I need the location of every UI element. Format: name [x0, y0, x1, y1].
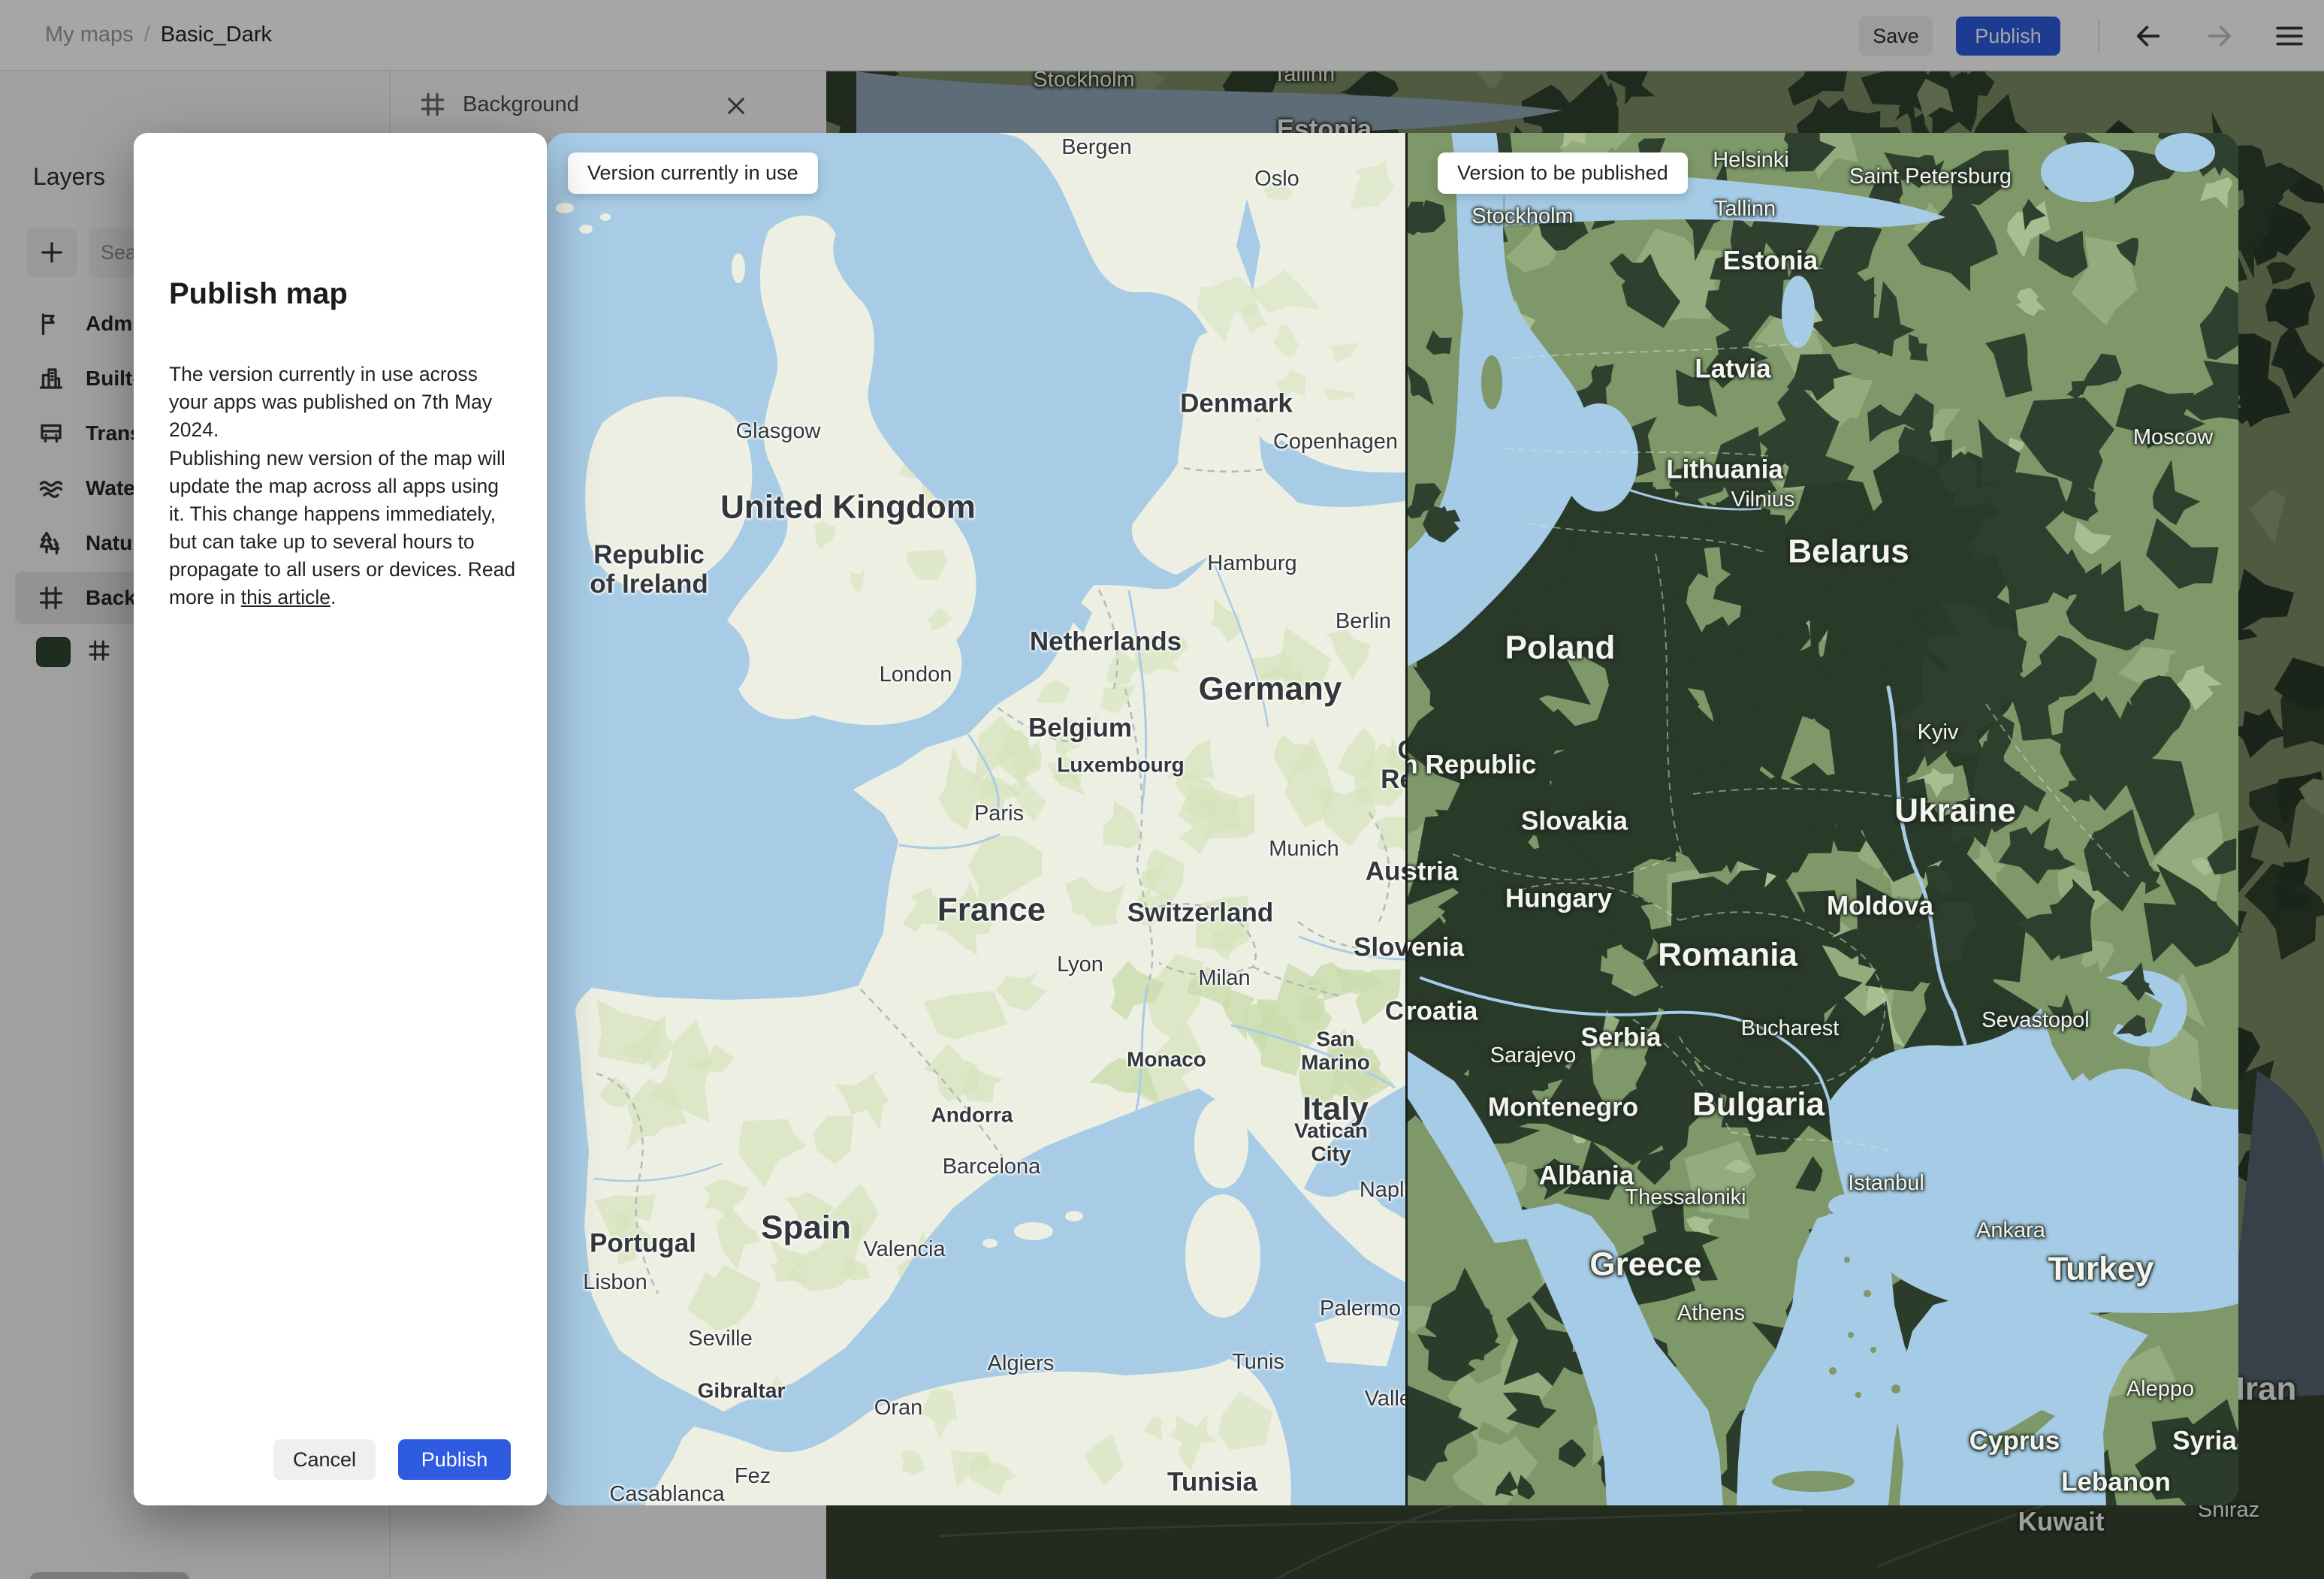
- dialog-paragraph-2: Publishing new version of the map will u…: [169, 445, 519, 611]
- dialog-paragraph-1: The version currently in use across your…: [169, 362, 493, 441]
- new-version-map-graphic: [1408, 133, 2238, 1505]
- current-version-map-graphic: [547, 133, 1405, 1505]
- dialog-title: Publish map: [169, 277, 348, 310]
- confirm-publish-button[interactable]: Publish: [398, 1439, 511, 1480]
- version-compare-view: Bergen Oslo Glasgow United Kingdom Republic …: [547, 133, 2238, 1505]
- dialog-paragraph-2-suffix: .: [330, 585, 337, 608]
- dialog-paragraph-2-text: Publishing new version of the map will u…: [169, 446, 516, 608]
- dialog-actions: Cancel Publish: [273, 1439, 511, 1480]
- map-editor-window: My maps / Basic_Dark Save Publish Stockh…: [0, 0, 2324, 1579]
- this-article-link[interactable]: this article: [241, 586, 330, 608]
- cancel-button[interactable]: Cancel: [273, 1439, 376, 1480]
- publish-map-dialog: Publish map The version currently in use…: [134, 133, 547, 1505]
- map-current-version[interactable]: Bergen Oslo Glasgow United Kingdom Republic …: [547, 133, 1405, 1505]
- new-version-badge: Version to be published: [1438, 152, 1688, 194]
- map-new-version[interactable]: Helsinki Saint Petersburg Stockholm Tallinn…: [1408, 133, 2238, 1505]
- current-version-badge: Version currently in use: [568, 152, 818, 194]
